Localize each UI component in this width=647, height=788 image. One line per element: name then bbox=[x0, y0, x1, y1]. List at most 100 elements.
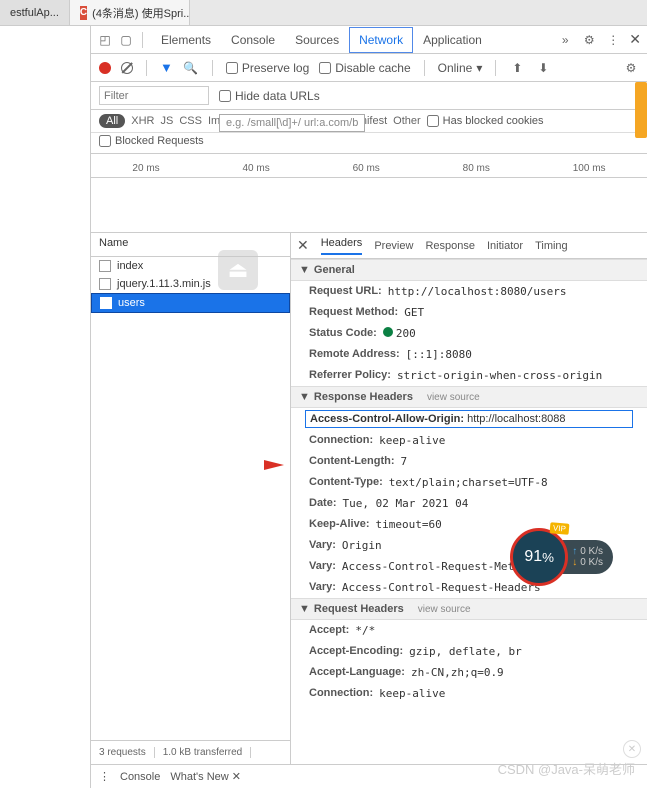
browser-tab[interactable]: estfulAp... bbox=[0, 0, 70, 25]
separator bbox=[142, 32, 143, 48]
request-row[interactable]: jquery.1.11.3.min.js bbox=[91, 275, 290, 293]
label: Blocked Requests bbox=[115, 135, 204, 147]
header-value: zh-CN,zh;q=0.9 bbox=[411, 666, 504, 679]
chevron-down-icon: ▼ bbox=[299, 264, 310, 276]
section-response-headers[interactable]: ▼Response Headersview source bbox=[291, 386, 647, 408]
tab-headers[interactable]: Headers bbox=[321, 237, 363, 255]
kv-row: Referrer Policy:strict-origin-when-cross… bbox=[291, 365, 647, 386]
search-icon[interactable]: 🔍 bbox=[183, 60, 199, 76]
separator bbox=[146, 60, 147, 76]
tab-application[interactable]: Application bbox=[413, 27, 492, 53]
hide-data-urls-checkbox[interactable]: Hide data URLs bbox=[219, 89, 320, 103]
record-icon[interactable] bbox=[99, 62, 111, 74]
tab-response[interactable]: Response bbox=[425, 240, 475, 252]
chevron-down-icon: ▾ bbox=[476, 61, 482, 75]
label: Hide data URLs bbox=[235, 89, 320, 103]
close-icon[interactable]: ✕ bbox=[629, 31, 641, 48]
filter-other[interactable]: Other bbox=[393, 115, 421, 127]
separator bbox=[495, 60, 496, 76]
section-general[interactable]: ▼ General bbox=[291, 259, 647, 281]
throttling-select[interactable]: Online ▾ bbox=[438, 61, 483, 75]
label: What's New bbox=[170, 771, 228, 783]
arrow-up-icon: ↑ bbox=[572, 546, 577, 557]
request-count: 3 requests bbox=[91, 747, 155, 758]
file-icon bbox=[99, 278, 111, 290]
tab-initiator[interactable]: Initiator bbox=[487, 240, 523, 252]
header-key: Vary: bbox=[309, 560, 336, 573]
arrow-down-icon: ↓ bbox=[572, 557, 577, 568]
section-title: General bbox=[314, 264, 355, 276]
label: Preserve log bbox=[242, 61, 309, 75]
request-list: index jquery.1.11.3.min.js users bbox=[91, 257, 290, 740]
browser-tab[interactable]: C (4条消息) 使用Spri... bbox=[70, 0, 190, 25]
kebab-icon[interactable]: ⋮ bbox=[605, 32, 621, 48]
tab-console[interactable]: Console bbox=[221, 27, 285, 53]
filter-icon[interactable]: ▼ bbox=[160, 60, 173, 75]
type-filter-row: All XHR JS CSS Img Media Font Doc WS Man… bbox=[91, 110, 647, 133]
view-source-link[interactable]: view source bbox=[427, 392, 480, 403]
drawer-tab-whatsnew[interactable]: What's New ✕ bbox=[170, 770, 241, 783]
section-title: Response Headers bbox=[314, 391, 413, 403]
chevron-down-icon: ▼ bbox=[299, 603, 310, 615]
clear-icon[interactable] bbox=[121, 62, 133, 74]
tab-timing[interactable]: Timing bbox=[535, 240, 568, 252]
waterfall-body[interactable] bbox=[91, 178, 647, 233]
tab-preview[interactable]: Preview bbox=[374, 240, 413, 252]
download-speed: 0 K/s bbox=[580, 557, 603, 568]
separator bbox=[212, 60, 213, 76]
header-key: Vary: bbox=[309, 539, 336, 552]
view-source-link[interactable]: view source bbox=[418, 604, 471, 615]
close-detail-icon[interactable]: ✕ bbox=[297, 237, 309, 254]
header-value: [::1]:8080 bbox=[406, 348, 472, 361]
blocked-requests-checkbox[interactable]: Blocked Requests bbox=[99, 135, 204, 147]
list-footer: 3 requests 1.0 kB transferred bbox=[91, 740, 290, 764]
filter-js[interactable]: JS bbox=[160, 115, 173, 127]
detail-body[interactable]: ▼ General Request URL: http://localhost:80… bbox=[291, 259, 647, 764]
tick: 40 ms bbox=[243, 163, 270, 174]
tab-elements[interactable]: Elements bbox=[151, 27, 221, 53]
request-list-pane: Name index jquery.1.11.3.min.js users 3 … bbox=[91, 233, 291, 764]
blocked-cookies-checkbox[interactable]: Has blocked cookies bbox=[427, 115, 544, 127]
download-icon[interactable]: ⬇ bbox=[535, 60, 551, 76]
more-tabs-icon[interactable]: » bbox=[557, 32, 573, 48]
kebab-icon[interactable]: ⋮ bbox=[99, 770, 110, 783]
section-request-headers[interactable]: ▼Request Headersview source bbox=[291, 598, 647, 620]
header-key: Connection: bbox=[309, 687, 373, 700]
name-column-header[interactable]: Name bbox=[91, 233, 290, 257]
filter-tooltip: e.g. /small[\d]+/ url:a.com/b bbox=[219, 114, 365, 132]
gear-icon[interactable]: ⚙ bbox=[623, 60, 639, 76]
tab-network[interactable]: Network bbox=[349, 27, 413, 53]
header-key: Request URL: bbox=[309, 285, 382, 298]
tab-sources[interactable]: Sources bbox=[285, 27, 349, 53]
watermark-close-icon[interactable]: ✕ bbox=[623, 740, 641, 758]
header-value: Tue, 02 Mar 2021 04 bbox=[343, 497, 469, 510]
header-value: timeout=60 bbox=[376, 518, 442, 531]
filter-all[interactable]: All bbox=[99, 114, 125, 128]
label: Disable cache bbox=[335, 61, 410, 75]
inspect-icon[interactable]: ◰ bbox=[97, 32, 113, 48]
upload-icon[interactable]: ⬆ bbox=[509, 60, 525, 76]
filter-input[interactable] bbox=[99, 86, 209, 105]
header-value: GET bbox=[404, 306, 424, 319]
type-filter-row2: Blocked Requests bbox=[91, 133, 647, 154]
filter-xhr[interactable]: XHR bbox=[131, 115, 154, 127]
scrollbar[interactable] bbox=[635, 82, 647, 138]
filter-css[interactable]: CSS bbox=[179, 115, 202, 127]
tick: 60 ms bbox=[353, 163, 380, 174]
request-name: jquery.1.11.3.min.js bbox=[117, 278, 211, 290]
request-row[interactable]: index bbox=[91, 257, 290, 275]
close-icon[interactable]: ✕ bbox=[232, 770, 241, 783]
header-key: Remote Address: bbox=[309, 348, 400, 361]
speed-widget[interactable]: VIP 91% ↑0 K/s ↓0 K/s bbox=[510, 528, 613, 586]
drawer-tab-console[interactable]: Console bbox=[120, 771, 160, 783]
detail-tabs: ✕ Headers Preview Response Initiator Tim… bbox=[291, 233, 647, 259]
device-icon[interactable]: ▢ bbox=[118, 32, 134, 48]
filter-row: Hide data URLs bbox=[91, 82, 647, 110]
request-row-selected[interactable]: users bbox=[91, 293, 290, 313]
header-key: Vary: bbox=[309, 581, 336, 594]
gear-icon[interactable]: ⚙ bbox=[581, 32, 597, 48]
preserve-log-checkbox[interactable]: Preserve log bbox=[226, 61, 309, 75]
speed-circle: VIP 91% bbox=[510, 528, 568, 586]
disable-cache-checkbox[interactable]: Disable cache bbox=[319, 61, 410, 75]
header-value: http://localhost:8080/users bbox=[388, 285, 567, 298]
